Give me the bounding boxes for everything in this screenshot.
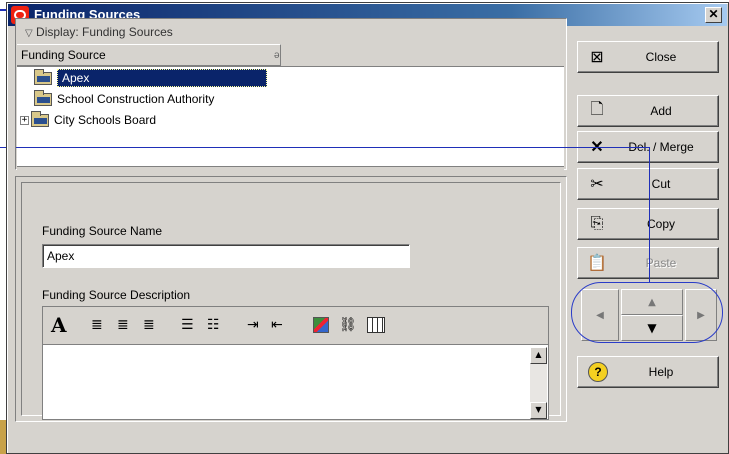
name-field-label: Funding Source Name <box>42 224 163 238</box>
callout-line-vertical <box>649 147 650 283</box>
scroll-up-button[interactable]: ▲ <box>530 347 547 364</box>
callout-line-horizontal <box>16 147 650 148</box>
font-icon[interactable]: A <box>51 315 67 335</box>
rich-text-toolbar: A ≣ ≣ ≣ ☰ ☷ ⇥ ⇤ ⛓ <box>42 306 549 344</box>
list-item[interactable]: School Construction Authority <box>17 89 287 109</box>
description-editor[interactable]: ▲ ▼ <box>42 344 549 420</box>
close-button[interactable]: ⊠ Close <box>577 41 719 73</box>
display-selector[interactable]: ▽ Display: Funding Sources <box>17 22 564 44</box>
help-icon: ? <box>588 362 608 382</box>
scissors-icon: ✂ <box>590 176 604 193</box>
window-close-button[interactable]: ✕ <box>705 7 722 23</box>
column-header-label: Funding Source <box>21 48 106 62</box>
add-button[interactable]: 🗋 Add <box>577 95 719 127</box>
sort-icon[interactable]: ǝ <box>274 50 280 61</box>
paste-button[interactable]: 📋 Paste <box>577 247 719 279</box>
folder-icon <box>31 110 49 127</box>
copy-button[interactable]: ⎘ Copy <box>577 208 719 240</box>
bulleted-list-icon[interactable]: ☰ <box>181 315 194 335</box>
description-field-label: Funding Source Description <box>42 288 191 302</box>
folder-icon <box>34 89 52 106</box>
scroll-down-button[interactable]: ▼ <box>530 402 547 419</box>
insert-image-icon[interactable] <box>313 317 329 333</box>
align-left-icon[interactable]: ≣ <box>91 315 103 335</box>
folder-icon <box>34 68 52 85</box>
list-item[interactable]: + City Schools Board <box>17 110 287 130</box>
new-document-icon: 🗋 <box>590 100 604 118</box>
list-splitter[interactable] <box>17 166 564 170</box>
close-window-icon: ⊠ <box>590 49 604 66</box>
list-item-label: School Construction Authority <box>57 92 215 106</box>
editor-scrollbar[interactable]: ▲ ▼ <box>530 347 547 419</box>
link-icon[interactable]: ⛓ <box>339 315 357 335</box>
align-right-icon[interactable]: ≣ <box>143 315 155 335</box>
chevron-down-icon: ▽ <box>25 28 33 39</box>
indent-icon[interactable]: ⇥ <box>247 315 259 335</box>
column-header-funding-source[interactable]: Funding Source ǝ <box>17 44 281 66</box>
copy-icon: ⎘ <box>590 215 604 232</box>
cut-button[interactable]: ✂ Cut <box>577 168 719 200</box>
list-item-label: City Schools Board <box>54 113 157 127</box>
funding-source-list: Apex School Construction Authority + Cit… <box>17 66 564 166</box>
list-item[interactable]: Apex <box>17 68 287 88</box>
numbered-list-icon[interactable]: ☷ <box>207 315 220 335</box>
funding-sources-dialog: Funding Sources ✕ ▽ Display: Funding Sou… <box>6 2 729 454</box>
expand-plus-icon[interactable]: + <box>20 115 29 125</box>
callout-oval <box>571 282 723 343</box>
help-button[interactable]: ? Help <box>577 356 719 388</box>
display-label: Display: Funding Sources <box>36 25 173 39</box>
paste-icon: 📋 <box>587 255 607 272</box>
funding-source-name-input[interactable]: Apex <box>42 244 410 268</box>
insert-table-icon[interactable] <box>367 317 385 333</box>
list-item-label: Apex <box>57 69 267 87</box>
outdent-icon[interactable]: ⇤ <box>271 315 283 335</box>
align-center-icon[interactable]: ≣ <box>117 315 129 335</box>
